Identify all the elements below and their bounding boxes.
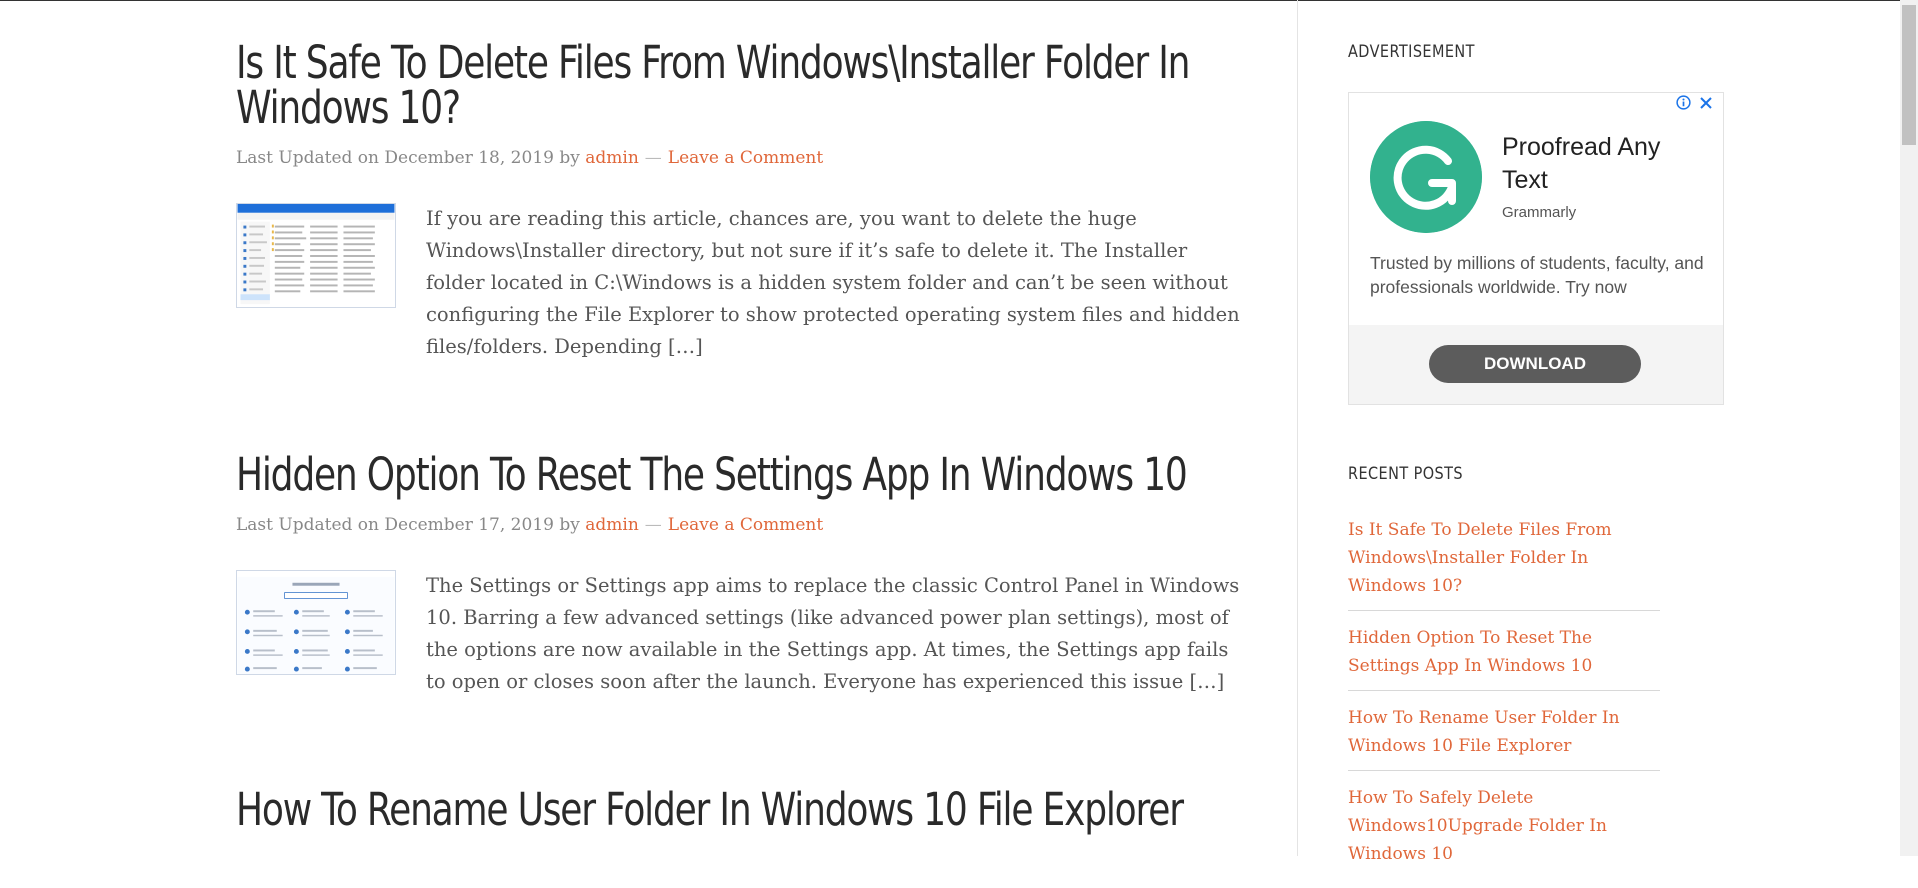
post-date: Last Updated on December 17, 2019 by — [236, 515, 580, 535]
post-meta: Last Updated on December 17, 2019 by adm… — [236, 515, 1246, 535]
recent-posts-list: Is It Safe To Delete Files From Windows\… — [1348, 513, 1660, 888]
ad-footer: DOWNLOAD — [1349, 325, 1723, 404]
post-excerpt: If you are reading this article, chances… — [426, 207, 1240, 358]
meta-separator: — — [644, 148, 662, 168]
list-item: How To Safely Delete Windows10Upgrade Fo… — [1348, 781, 1660, 878]
recent-post-link[interactable]: Is It Safe To Delete Files From Windows\… — [1348, 520, 1612, 596]
ad-close-icon[interactable] — [1699, 96, 1713, 110]
recent-post-link[interactable]: How To Rename User Folder In Windows 10 … — [1348, 708, 1620, 756]
ad-brand[interactable]: Grammarly — [1502, 204, 1576, 221]
author-link[interactable]: admin — [585, 515, 639, 535]
ad-headline[interactable]: Proofread Any Text — [1502, 131, 1712, 197]
post-card: Is It Safe To Delete Files From Windows\… — [236, 40, 1246, 363]
author-link[interactable]: admin — [585, 148, 639, 168]
post-excerpt: The Settings or Settings app aims to rep… — [426, 574, 1240, 693]
post-entry: The Settings or Settings app aims to rep… — [236, 570, 1246, 698]
post-thumbnail[interactable] — [236, 203, 396, 308]
post-title[interactable]: How To Rename User Folder In Windows 10 … — [236, 787, 1184, 832]
ad-body-text[interactable]: Trusted by millions of students, faculty… — [1370, 251, 1715, 299]
top-border — [0, 0, 1900, 1]
recent-post-link[interactable]: Hidden Option To Reset The Settings App … — [1348, 628, 1592, 676]
advertisement-heading: ADVERTISEMENT — [1348, 42, 1475, 62]
leave-comment-link[interactable]: Leave a Comment — [668, 515, 823, 535]
ad-content[interactable]: Proofread Any Text Grammarly Trusted by … — [1349, 93, 1723, 325]
leave-comment-link[interactable]: Leave a Comment — [668, 148, 823, 168]
recent-post-link[interactable]: How To Safely Delete Windows10Upgrade Fo… — [1348, 788, 1607, 864]
post-card: Hidden Option To Reset The Settings App … — [236, 452, 1246, 698]
content-sidebar-divider — [1297, 0, 1298, 856]
download-button[interactable]: DOWNLOAD — [1429, 345, 1641, 383]
ad-choices[interactable] — [1676, 95, 1713, 115]
post-date: Last Updated on December 18, 2019 by — [236, 148, 580, 168]
post-title-line[interactable]: Windows 10? — [236, 81, 461, 134]
list-item: How To Rename User Folder In Windows 10 … — [1348, 701, 1660, 771]
post-card: How To Rename User Folder In Windows 10 … — [236, 787, 1246, 832]
recent-posts-heading: RECENT POSTS — [1348, 464, 1463, 484]
post-thumbnail[interactable] — [236, 570, 396, 675]
post-meta: Last Updated on December 18, 2019 by adm… — [236, 148, 1246, 168]
meta-separator: — — [644, 515, 662, 535]
list-item: Is It Safe To Delete Files From Windows\… — [1348, 513, 1660, 611]
adchoices-info-icon[interactable] — [1676, 95, 1691, 110]
scrollbar-thumb[interactable] — [1902, 5, 1916, 145]
post-title[interactable]: Hidden Option To Reset The Settings App … — [236, 452, 1188, 497]
post-entry: If you are reading this article, chances… — [236, 203, 1246, 363]
grammarly-logo-icon[interactable] — [1370, 121, 1482, 233]
list-item: Hidden Option To Reset The Settings App … — [1348, 621, 1660, 691]
advertisement-box[interactable]: Proofread Any Text Grammarly Trusted by … — [1348, 92, 1724, 405]
post-title[interactable]: Is It Safe To Delete Files From Windows\… — [236, 40, 1190, 130]
